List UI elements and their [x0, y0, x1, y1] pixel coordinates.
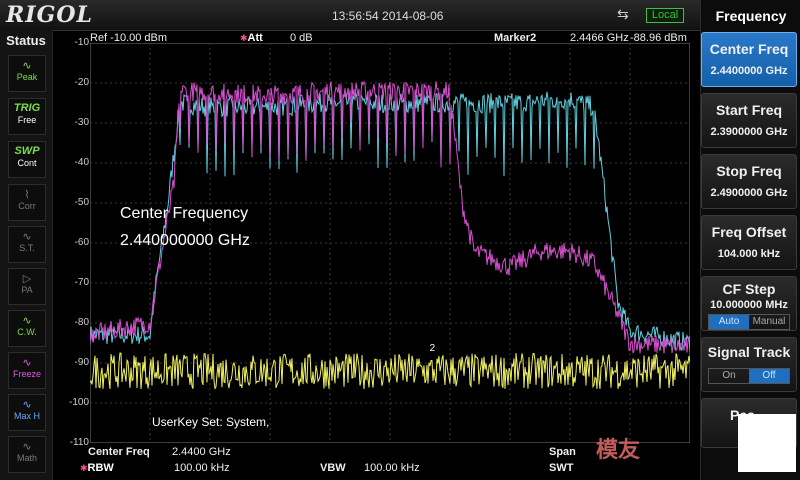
- cf-step-manual-option[interactable]: Manual: [749, 315, 789, 329]
- stop-freq-softkey[interactable]: Stop Freq 2.4900000 GHz: [701, 154, 797, 209]
- status-title: Status: [6, 33, 46, 48]
- signal-track-off-option[interactable]: Off: [749, 369, 789, 383]
- signal-track-softkey[interactable]: Signal Track On Off: [701, 337, 797, 392]
- freeze-icon: ∿: [22, 357, 32, 369]
- pa-status-button[interactable]: ▷ PA: [8, 268, 46, 305]
- y-tick-label: -10: [74, 37, 89, 48]
- center-freq-footer-label: Center Freq: [88, 446, 150, 458]
- math-icon: ∿: [22, 441, 32, 453]
- freeze-status-button[interactable]: ∿ Freeze: [8, 352, 46, 389]
- top-bar: RIGOL 13:56:54 2014-08-06 ⇆ Local: [0, 0, 700, 31]
- signal-track-on-option[interactable]: On: [709, 369, 749, 383]
- usb-icon: ⇆: [617, 6, 629, 22]
- menu-title: Frequency: [715, 8, 787, 24]
- sweep-status-button[interactable]: SWP Cont: [8, 141, 46, 178]
- y-tick-label: -30: [74, 117, 89, 128]
- vbw-value: 100.00 kHz: [364, 462, 420, 474]
- center-freq-footer-value: 2.4400 GHz: [172, 446, 231, 458]
- marker-2-tag: 2: [430, 343, 436, 354]
- cw-status-button[interactable]: ∿ C.W.: [8, 310, 46, 347]
- y-tick-label: -110: [69, 437, 89, 448]
- center-frequency-annotation: Center Frequency 2.440000000 GHz: [120, 205, 250, 249]
- span-label: Span: [549, 446, 576, 458]
- st-status-button[interactable]: ∿ S.T.: [8, 226, 46, 263]
- freq-offset-softkey[interactable]: Freq Offset 104.000 kHz: [701, 215, 797, 270]
- y-tick-label: -60: [74, 237, 89, 248]
- cf-step-mode-toggle[interactable]: Auto Manual: [708, 314, 790, 330]
- corr-status-button[interactable]: ⌇ Corr: [8, 184, 46, 221]
- peak-status-button[interactable]: ∿ Peak: [8, 55, 46, 92]
- local-status-badge: Local: [646, 8, 684, 23]
- st-icon: ∿: [22, 231, 32, 243]
- watermark-overlay: 模友: [596, 437, 641, 462]
- peak-icon: ∿: [22, 60, 32, 72]
- y-tick-label: -100: [68, 397, 89, 408]
- rigol-logo: RIGOL: [6, 2, 93, 28]
- vbw-label: VBW: [320, 462, 346, 474]
- math-status-button[interactable]: ∿ Math: [8, 436, 46, 473]
- signal-track-toggle[interactable]: On Off: [708, 368, 790, 384]
- y-tick-label: -70: [74, 277, 89, 288]
- y-tick-label: -80: [74, 317, 89, 328]
- pa-icon: ▷: [22, 273, 32, 285]
- clock-readout: 13:56:54 2014-08-06: [332, 9, 444, 23]
- userkey-status: UserKey Set: System,: [152, 415, 270, 429]
- swt-label: SWT: [549, 462, 574, 474]
- y-tick-label: -50: [74, 197, 89, 208]
- rbw-value: 100.00 kHz: [174, 462, 230, 474]
- start-freq-softkey[interactable]: Start Freq 2.3900000 GHz: [701, 93, 797, 148]
- y-tick-label: -90: [74, 357, 89, 368]
- swp-icon: SWP: [14, 145, 40, 157]
- center-freq-softkey[interactable]: Center Freq 2.4400000 GHz: [701, 32, 797, 87]
- trig-icon: TRIG: [13, 102, 41, 114]
- rbw-label: ✱RBW: [80, 462, 114, 474]
- marker-dot-icon: ✱: [240, 33, 248, 43]
- y-tick-label: -40: [74, 157, 89, 168]
- cf-step-softkey[interactable]: CF Step 10.000000 MHz Auto Manual: [701, 276, 797, 331]
- cf-step-auto-option[interactable]: Auto: [709, 315, 749, 329]
- maxhold-status-button[interactable]: ∿ Max H: [8, 394, 46, 431]
- y-tick-label: -20: [74, 77, 89, 88]
- qr-code-image: [738, 414, 796, 472]
- trig-status-button[interactable]: TRIG Free: [8, 98, 46, 135]
- corr-icon: ⌇: [24, 189, 30, 201]
- maxh-icon: ∿: [22, 399, 32, 411]
- cw-icon: ∿: [22, 315, 32, 327]
